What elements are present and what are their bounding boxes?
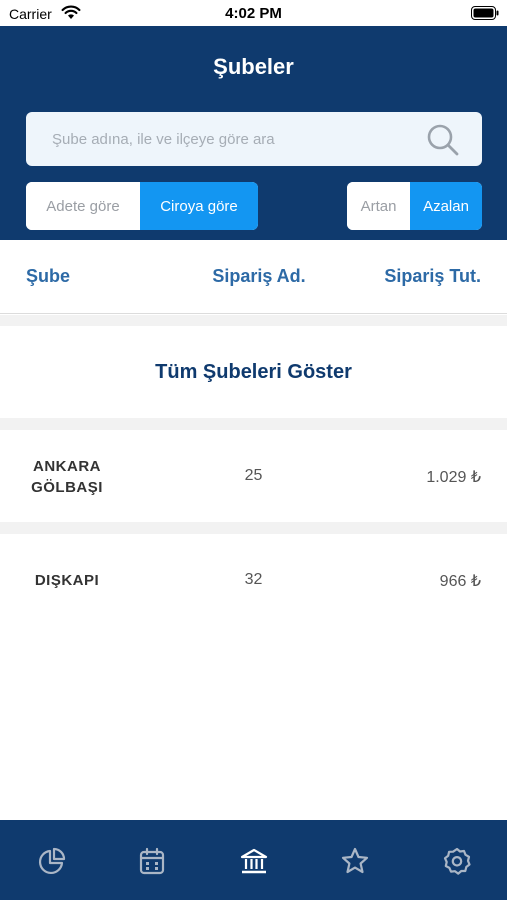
header: Şubeler Adete göre Ciroya göre Artan Aza… (0, 26, 507, 240)
sort-ascending-button[interactable]: Artan (347, 182, 410, 230)
table-row[interactable]: ANKARA GÖLBAŞI 25 1.029 ₺ (0, 430, 507, 522)
tab-reports[interactable] (35, 844, 69, 878)
tab-favorites[interactable] (338, 844, 372, 878)
tab-settings[interactable] (440, 844, 474, 878)
sort-by-segmented-control: Adete göre Ciroya göre (26, 182, 258, 230)
sort-descending-button[interactable]: Azalan (410, 182, 482, 230)
calendar-icon (139, 847, 165, 875)
sort-order-segmented-control: Artan Azalan (347, 182, 482, 230)
table-row[interactable]: DIŞKAPI 32 966 ₺ (0, 534, 507, 626)
search-input[interactable] (26, 112, 426, 166)
table-header: Şube Sipariş Ad. Sipariş Tut. (0, 240, 507, 314)
settings-icon (443, 847, 471, 875)
sort-by-revenue-button[interactable]: Ciroya göre (140, 182, 258, 230)
bank-icon (240, 848, 268, 874)
status-bar: Carrier 4:02 PM (0, 0, 507, 26)
status-time: 4:02 PM (225, 5, 282, 22)
tab-branches[interactable] (237, 844, 271, 878)
battery-icon (471, 6, 499, 20)
section-divider (0, 418, 507, 430)
search-box[interactable] (26, 112, 482, 166)
order-count: 32 (244, 571, 263, 588)
page-title: Şubeler (213, 54, 294, 79)
order-amount: 1.029 ₺ (426, 469, 481, 486)
section-divider (0, 522, 507, 534)
sort-by-count-button[interactable]: Adete göre (26, 182, 140, 230)
star-icon (341, 847, 369, 874)
column-header-order-amount: Sipariş Tut. (384, 266, 481, 286)
pie-chart-icon (38, 847, 66, 875)
order-amount: 966 ₺ (439, 573, 481, 590)
show-all-branches-button[interactable]: Tüm Şubeleri Göster (0, 326, 507, 418)
tab-calendar[interactable] (135, 844, 169, 878)
search-icon[interactable] (426, 123, 460, 157)
tab-bar (0, 820, 507, 900)
